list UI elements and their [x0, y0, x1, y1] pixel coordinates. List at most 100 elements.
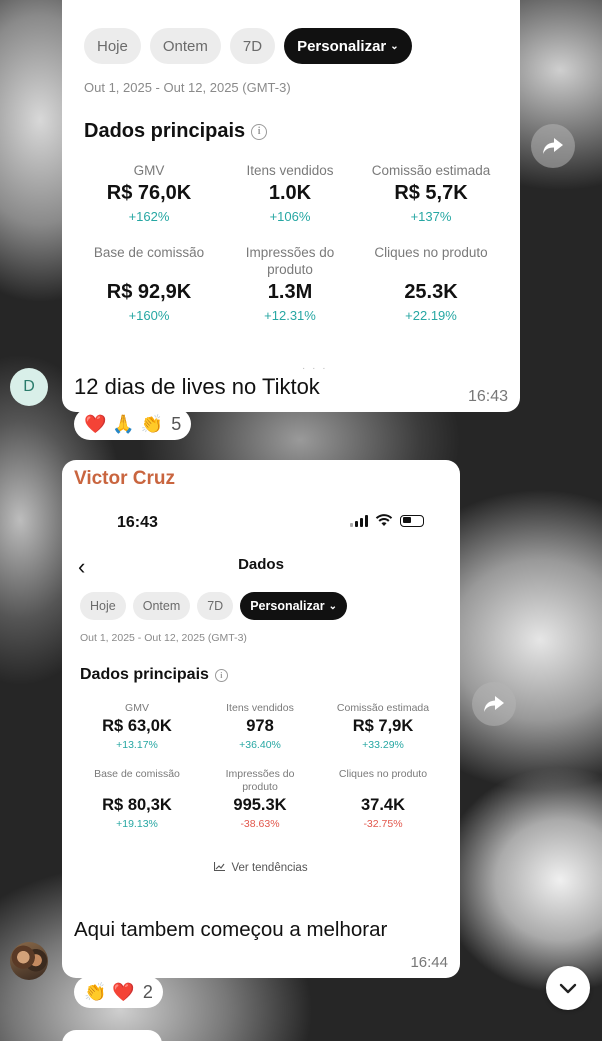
- metric-value: 1.3M: [267, 280, 313, 303]
- metric-value: 1.0K: [268, 181, 312, 204]
- chip-custom[interactable]: Personalizar ⌄: [284, 28, 412, 64]
- avatar-initial: D: [23, 378, 35, 395]
- metric-value: 995.3K: [233, 796, 287, 815]
- metric-product-impressions: Impressões do produto 995.3K -38.63%: [195, 768, 325, 830]
- chip-7d[interactable]: 7D: [197, 592, 234, 620]
- message-bubble-image-2[interactable]: Victor Cruz 16:43 ‹ Dados Hoje Ontem 7D …: [62, 460, 460, 978]
- battery-icon: [400, 514, 424, 527]
- see-trends-link[interactable]: Ver tendências: [62, 862, 460, 874]
- chip-custom-label: Personalizar: [297, 37, 387, 55]
- message-bubble-image-1[interactable]: Hoje Ontem 7D Personalizar ⌄ Out 1, 2025…: [62, 0, 520, 412]
- section-title: Dados principais i: [80, 666, 228, 684]
- metric-gmv: GMV R$ 63,0K +13.17%: [72, 702, 202, 751]
- share-arrow-glyph: [484, 696, 504, 712]
- metric-delta: +106%: [269, 208, 311, 224]
- metric-delta: +33.29%: [362, 739, 404, 752]
- reaction-emoji: 👏: [140, 413, 164, 434]
- metric-label: GMV: [133, 163, 165, 178]
- chip-today[interactable]: Hoje: [84, 28, 141, 64]
- chip-custom[interactable]: Personalizar ⌄: [240, 592, 347, 620]
- page-title: Dados: [238, 556, 284, 573]
- message-time: 16:44: [410, 954, 448, 971]
- chip-yesterday[interactable]: Ontem: [132, 592, 191, 620]
- share-forward-icon[interactable]: [472, 682, 516, 726]
- metric-label: Base de comissão: [93, 245, 205, 260]
- chip-yesterday[interactable]: Ontem: [149, 28, 221, 64]
- metric-value: R$ 80,3K: [102, 796, 172, 815]
- info-icon[interactable]: i: [251, 123, 268, 140]
- metric-delta: +22.19%: [405, 307, 457, 323]
- message-bubble-partial[interactable]: [62, 1030, 162, 1041]
- message-reactions[interactable]: ❤️ 🙏 👏 5: [74, 408, 192, 440]
- sender-name[interactable]: Victor Cruz: [74, 468, 175, 490]
- trend-chart-icon: [214, 862, 228, 874]
- screenshot-image-2[interactable]: 16:43 ‹ Dados Hoje Ontem 7D Personalizar…: [62, 498, 460, 950]
- metric-items-sold: Itens vendidos 1.0K +106%: [215, 163, 365, 224]
- metric-estimated-commission: Comissão estimada R$ 7,9K +33.29%: [318, 702, 448, 751]
- reaction-emoji: 🙏: [112, 413, 135, 434]
- metric-label: Impressões do produto: [245, 245, 335, 277]
- scroll-down-glyph: [559, 983, 577, 993]
- chip-7d[interactable]: 7D: [229, 28, 276, 64]
- screenshot-image-1[interactable]: Hoje Ontem 7D Personalizar ⌄ Out 1, 2025…: [62, 0, 520, 374]
- metric-value: 25.3K: [404, 280, 458, 303]
- metric-value: 978: [246, 717, 274, 736]
- reaction-emoji: ❤️: [84, 413, 107, 434]
- see-trends-label: Ver tendências: [231, 862, 308, 874]
- section-title-text: Dados principais: [80, 666, 209, 683]
- message-caption: Aqui tambem começou a melhorar: [74, 918, 388, 941]
- date-filter-chips: Hoje Ontem 7D Personalizar ⌄: [80, 592, 347, 620]
- date-range: Out 1, 2025 - Out 12, 2025 (GMT-3): [84, 80, 291, 95]
- share-arrow-glyph: [543, 138, 563, 154]
- metric-delta: -32.75%: [363, 818, 403, 831]
- section-title-text: Dados principais: [84, 120, 246, 142]
- metric-delta: +36.40%: [239, 739, 281, 752]
- metric-delta: +12.31%: [264, 307, 316, 323]
- metric-label: Itens vendidos: [246, 163, 334, 178]
- metric-gmv: GMV R$ 76,0K +162%: [74, 163, 224, 224]
- cropped-indicator: · · ·: [302, 363, 328, 374]
- date-filter-chips: Hoje Ontem 7D Personalizar ⌄: [84, 28, 412, 64]
- metric-value: R$ 92,9K: [106, 280, 192, 303]
- metric-label: Impressões do produto: [225, 768, 295, 794]
- status-bar-icons: [350, 514, 424, 527]
- metric-value: R$ 7,9K: [352, 717, 414, 736]
- wifi-icon: [375, 514, 393, 526]
- signal-icon: [350, 514, 368, 527]
- avatar[interactable]: [10, 942, 48, 980]
- metric-delta: -38.63%: [240, 818, 280, 831]
- metric-value: 37.4K: [360, 796, 406, 815]
- info-icon[interactable]: i: [214, 668, 228, 682]
- metric-commission-base: Base de comissão R$ 92,9K +160%: [74, 245, 224, 323]
- chip-today[interactable]: Hoje: [80, 592, 126, 620]
- date-range: Out 1, 2025 - Out 12, 2025 (GMT-3): [80, 632, 247, 644]
- message-reactions[interactable]: 👏 ❤️ 2: [74, 976, 163, 1008]
- metric-label: Base de comissão: [94, 768, 180, 780]
- metric-label: Comissão estimada: [336, 702, 430, 714]
- metric-commission-base: Base de comissão R$ 80,3K +19.13%: [72, 768, 202, 830]
- metric-estimated-commission: Comissão estimada R$ 5,7K +137%: [356, 163, 506, 224]
- chevron-down-icon: ⌄: [328, 600, 337, 612]
- avatar[interactable]: D: [10, 368, 48, 406]
- metric-value: R$ 63,0K: [102, 717, 172, 736]
- metric-delta: +137%: [410, 208, 452, 224]
- metric-delta: +162%: [128, 208, 170, 224]
- message-caption: 12 dias de lives no Tiktok: [74, 374, 320, 399]
- chevron-down-icon[interactable]: [546, 966, 590, 1010]
- metric-label: Cliques no produto: [374, 245, 488, 260]
- share-forward-icon[interactable]: [531, 124, 575, 168]
- reaction-count: 5: [171, 413, 182, 434]
- metric-delta: +19.13%: [116, 818, 158, 831]
- metric-value: R$ 76,0K: [106, 181, 192, 204]
- metric-product-impressions: Impressões do produto 1.3M +12.31%: [215, 245, 365, 323]
- reaction-count: 2: [142, 981, 153, 1002]
- metric-value: R$ 5,7K: [394, 181, 468, 204]
- metric-label: Comissão estimada: [371, 163, 491, 178]
- metric-product-clicks: Cliques no produto 25.3K +22.19%: [356, 245, 506, 323]
- reaction-emoji: 👏: [84, 981, 107, 1002]
- section-title: Dados principais i: [84, 120, 268, 143]
- metric-label: GMV: [125, 702, 149, 714]
- metric-delta: +13.17%: [116, 739, 158, 752]
- message-time: 16:43: [467, 388, 508, 405]
- metric-label: Cliques no produto: [338, 768, 428, 780]
